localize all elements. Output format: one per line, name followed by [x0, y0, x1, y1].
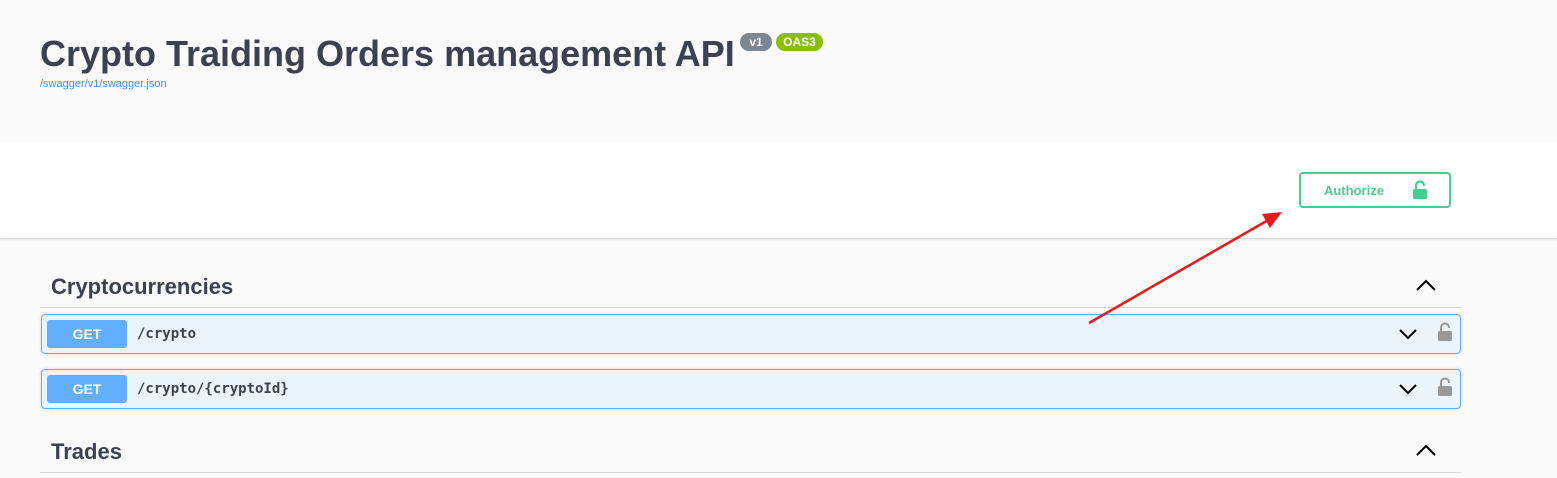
oas-badge: OAS3 [776, 33, 823, 51]
swagger-json-link[interactable]: /swagger/v1/swagger.json [40, 78, 167, 90]
operation-get-crypto[interactable]: GET /crypto [41, 314, 1461, 354]
chevron-up-icon[interactable] [1415, 278, 1437, 294]
chevron-down-icon[interactable] [1398, 326, 1418, 342]
authorize-label: Authorize [1324, 183, 1384, 198]
scheme-container: Authorize [0, 142, 1557, 239]
chevron-up-icon[interactable] [1415, 443, 1437, 459]
method-badge-get: GET [47, 320, 127, 348]
api-info-header: Crypto Traiding Orders management API v1… [0, 0, 1557, 142]
authorize-button[interactable]: Authorize [1299, 172, 1451, 208]
method-badge-get: GET [47, 375, 127, 403]
unlocked-padlock-icon[interactable] [1437, 377, 1453, 397]
tag-section-trades[interactable]: Trades [40, 429, 1461, 473]
tag-title: Cryptocurrencies [51, 274, 234, 299]
operation-path: /crypto/{cryptoId} [137, 381, 289, 397]
version-badge: v1 [740, 33, 772, 51]
operation-get-crypto-by-id[interactable]: GET /crypto/{cryptoId} [41, 369, 1461, 409]
operation-path: /crypto [137, 326, 197, 342]
tag-section-cryptocurrencies[interactable]: Cryptocurrencies [40, 264, 1461, 308]
tag-title: Trades [51, 439, 122, 464]
chevron-down-icon[interactable] [1398, 381, 1418, 397]
api-title: Crypto Traiding Orders management API [40, 33, 735, 74]
unlocked-padlock-icon[interactable] [1437, 322, 1453, 342]
unlocked-padlock-icon [1413, 180, 1427, 199]
